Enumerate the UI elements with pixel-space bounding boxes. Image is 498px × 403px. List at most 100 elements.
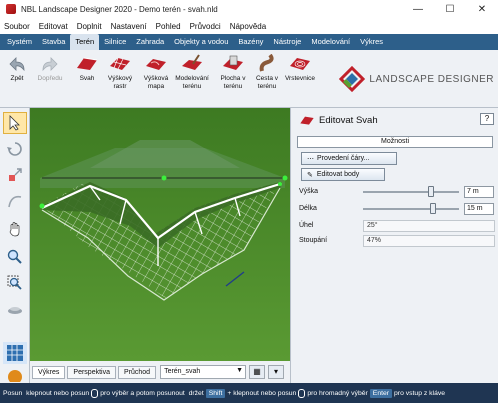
tab-nastroje[interactable]: Nástroje: [268, 34, 306, 50]
arrow-pointer-icon: [9, 115, 20, 131]
tab-zahrada[interactable]: Zahrada: [131, 34, 169, 50]
mouse-left-icon: [91, 388, 99, 398]
height-input[interactable]: 7 m: [464, 185, 494, 198]
tab-silnice[interactable]: Silnice: [99, 34, 131, 50]
control-point-top[interactable]: [161, 175, 167, 181]
layer-selector[interactable]: Terén_svah ▼: [160, 365, 247, 379]
menu-napoveda[interactable]: Nápověda: [230, 22, 266, 31]
terrain-viewport[interactable]: [30, 108, 290, 361]
tab-perspektiva[interactable]: Perspektiva: [67, 365, 116, 379]
tab-bazeny[interactable]: Bazény: [233, 34, 268, 50]
menu-nastaveni[interactable]: Nastavení: [111, 22, 147, 31]
tab-vykres-view[interactable]: Výkres: [32, 365, 66, 379]
curve-icon: [8, 195, 22, 208]
tab-modelovani[interactable]: Modelování: [306, 34, 355, 50]
zoom-window-tool-button[interactable]: [3, 272, 27, 294]
edit-slope-panel: Editovat Svah ? Možnosti ⋯ Provedení čár…: [290, 108, 498, 383]
redo-button[interactable]: Dopředu: [34, 54, 66, 83]
line-style-icon: ⋯: [307, 155, 314, 163]
grid-view-button[interactable]: [3, 342, 27, 364]
tab-stavba[interactable]: Stavba: [37, 34, 70, 50]
height-map-button[interactable]: Výšková mapa: [140, 54, 172, 90]
slope-label: Stoupání: [299, 237, 328, 244]
menu-bar: Soubor Editovat Doplnit Nastavení Pohled…: [0, 18, 498, 34]
menu-doplnit[interactable]: Doplnit: [77, 22, 102, 31]
magnifier-icon: [7, 249, 22, 264]
layers-tool-button[interactable]: [3, 366, 27, 382]
rotate-tool-button[interactable]: [3, 138, 27, 160]
terrain-path-icon: [256, 53, 278, 72]
slope-row: Stoupání 47%: [299, 234, 495, 247]
tab-vykres[interactable]: Výkres: [355, 34, 388, 50]
app-icon: [6, 4, 16, 14]
logo-text: LANDSCAPE DESIGNER: [369, 73, 494, 85]
options-header: Možnosti: [297, 136, 493, 148]
menu-pruvodci[interactable]: Průvodci: [190, 22, 221, 31]
control-point-right[interactable]: [282, 175, 288, 181]
select-tool-button[interactable]: [3, 112, 27, 134]
tab-objekty[interactable]: Objekty a vodou: [169, 34, 233, 50]
view-tabs: Výkres Perspektiva Průchod Terén_svah ▼ …: [30, 361, 290, 383]
angle-value: 25°: [363, 219, 495, 232]
ribbon-tab-bar: Systém Stavba Terén Silnice Zahrada Obje…: [0, 34, 498, 50]
angle-row: Úhel 25°: [299, 219, 495, 232]
length-label: Délka: [299, 205, 317, 212]
length-slider[interactable]: [363, 203, 459, 214]
contour-lines-button[interactable]: Vrstevnice: [284, 54, 316, 83]
tab-teren[interactable]: Terén: [70, 34, 100, 50]
window-title: NBL Landscape Designer 2020 - Demo terén…: [21, 4, 218, 14]
height-row: Výška 7 m: [299, 185, 495, 198]
orbit-tool-button[interactable]: [3, 298, 27, 320]
terrain-area-icon: [222, 54, 244, 72]
menu-editovat[interactable]: Editovat: [39, 22, 68, 31]
tab-pruchod[interactable]: Průchod: [117, 365, 157, 379]
left-toolbar: [0, 108, 30, 383]
zoom-tool-button[interactable]: [3, 246, 27, 268]
scale-tool-button[interactable]: [3, 164, 27, 186]
slope-button[interactable]: Svah: [76, 54, 98, 83]
length-input[interactable]: 15 m: [464, 202, 494, 215]
angle-label: Úhel: [299, 222, 314, 229]
mouse-left-icon: [298, 388, 306, 398]
title-bar: NBL Landscape Designer 2020 - Demo terén…: [0, 0, 498, 18]
pan-tool-button[interactable]: [3, 218, 27, 240]
tab-system[interactable]: Systém: [2, 34, 37, 50]
slope-icon: [300, 116, 314, 125]
slope-icon: [76, 54, 98, 72]
undo-icon: [6, 54, 28, 72]
control-point-left[interactable]: [39, 203, 45, 209]
curve-tool-button[interactable]: [3, 190, 27, 212]
height-label: Výška: [299, 188, 319, 195]
menu-soubor[interactable]: Soubor: [4, 22, 30, 31]
zoom-window-icon: [7, 275, 22, 290]
minimize-icon[interactable]: —: [402, 0, 434, 18]
height-slider[interactable]: [363, 186, 459, 197]
layer-dropdown-button[interactable]: ▾: [268, 365, 285, 379]
terrain-modeling-button[interactable]: Modelování terénu: [174, 54, 210, 90]
terrain-area-button[interactable]: Plocha v terénu: [216, 54, 250, 90]
terrain-path-button[interactable]: Cesta v terénu: [252, 53, 282, 90]
panel-header: Editovat Svah: [299, 114, 378, 126]
grid-icon: [7, 345, 23, 361]
layers-icon: [8, 370, 22, 382]
undo-button[interactable]: Zpět: [4, 54, 30, 83]
logo-mark-icon: [339, 66, 366, 92]
line-style-button[interactable]: ⋯ Provedení čáry...: [301, 152, 397, 165]
edit-points-button[interactable]: ✎ Editovat body: [301, 168, 385, 181]
dropdown-arrow-icon: ▾: [274, 367, 279, 376]
height-slider-thumb[interactable]: [428, 186, 434, 197]
help-button[interactable]: ?: [480, 113, 494, 125]
panel-title: Editovat Svah: [319, 114, 378, 126]
maximize-icon[interactable]: ☐: [434, 0, 466, 18]
ribbon: Zpět Dopředu Svah Výškový rastr Výšková …: [0, 50, 498, 108]
orbit-icon: [8, 307, 22, 314]
close-icon[interactable]: ✕: [466, 0, 498, 18]
length-slider-thumb[interactable]: [430, 203, 436, 214]
height-grid-button[interactable]: Výškový rastr: [104, 54, 136, 90]
terrain-scene: [30, 108, 290, 361]
menu-pohled[interactable]: Pohled: [156, 22, 181, 31]
control-point-edge[interactable]: [278, 182, 282, 186]
enter-key-badge: Enter: [369, 388, 393, 398]
shift-key-badge: Shift: [205, 388, 226, 398]
layer-edit-button[interactable]: ▦: [249, 365, 266, 379]
